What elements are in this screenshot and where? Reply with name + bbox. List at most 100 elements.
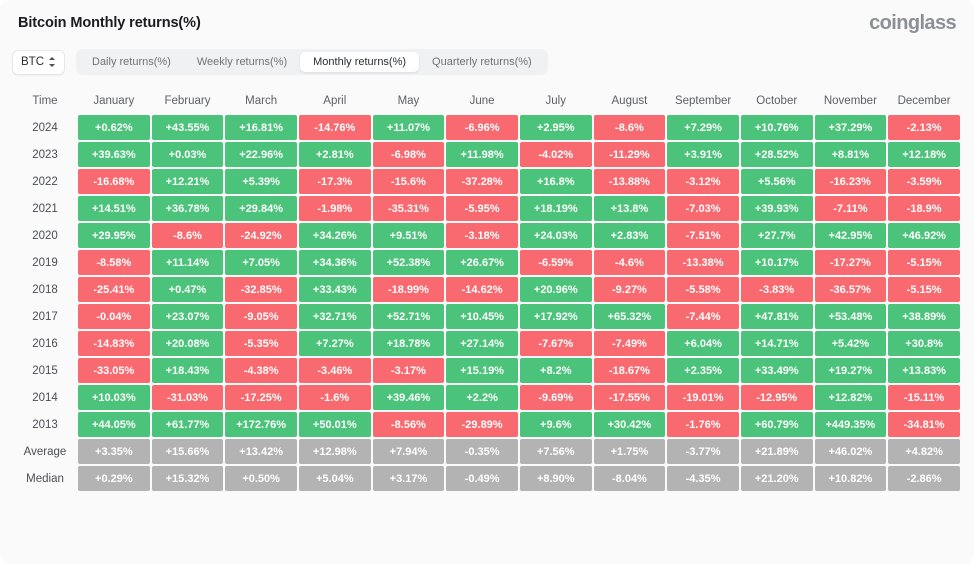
cell-2020-march[interactable]: -24.92% — [225, 223, 297, 248]
cell-average-june[interactable]: -0.35% — [446, 439, 518, 464]
cell-2021-august[interactable]: +13.8% — [593, 196, 666, 221]
cell-2013-april[interactable]: +50.01% — [298, 412, 371, 437]
cell-2016-august[interactable]: -7.49% — [593, 331, 666, 356]
cell-median-december[interactable]: -2.86% — [888, 466, 960, 491]
cell-2023-february[interactable]: +0.03% — [151, 142, 224, 167]
cell-2023-april[interactable]: +2.81% — [298, 142, 371, 167]
cell-median-march[interactable]: +0.50% — [225, 466, 297, 491]
cell-2016-october[interactable]: +14.71% — [740, 331, 813, 356]
cell-2017-january[interactable]: -0.04% — [78, 304, 150, 329]
cell-2021-december[interactable]: -18.9% — [888, 196, 960, 221]
cell-2022-february[interactable]: +12.21% — [151, 169, 224, 194]
cell-2015-september[interactable]: +2.35% — [667, 358, 739, 383]
cell-median-may[interactable]: +3.17% — [372, 466, 445, 491]
cell-2021-october[interactable]: +39.93% — [740, 196, 813, 221]
cell-2013-july[interactable]: +9.6% — [519, 412, 592, 437]
cell-2024-july[interactable]: +2.95% — [519, 115, 592, 140]
cell-2021-june[interactable]: -5.95% — [446, 196, 518, 221]
cell-2020-october[interactable]: +27.7% — [740, 223, 813, 248]
cell-2021-may[interactable]: -35.31% — [372, 196, 445, 221]
cell-2015-march[interactable]: -4.38% — [225, 358, 297, 383]
cell-2014-may[interactable]: +39.46% — [372, 385, 445, 410]
cell-2024-april[interactable]: -14.76% — [298, 115, 371, 140]
cell-2017-june[interactable]: +10.45% — [446, 304, 518, 329]
cell-2014-june[interactable]: +2.2% — [446, 385, 518, 410]
cell-median-august[interactable]: -8.04% — [593, 466, 666, 491]
cell-2016-april[interactable]: +7.27% — [298, 331, 371, 356]
cell-2020-january[interactable]: +29.95% — [78, 223, 150, 248]
cell-average-march[interactable]: +13.42% — [225, 439, 297, 464]
cell-2021-november[interactable]: -7.11% — [814, 196, 887, 221]
cell-2023-january[interactable]: +39.63% — [78, 142, 150, 167]
cell-2018-march[interactable]: -32.85% — [225, 277, 297, 302]
cell-2018-july[interactable]: +20.96% — [519, 277, 592, 302]
cell-average-august[interactable]: +1.75% — [593, 439, 666, 464]
cell-2019-december[interactable]: -5.15% — [888, 250, 960, 275]
tab-daily-returns[interactable]: Daily returns(%) — [79, 52, 184, 72]
cell-2015-december[interactable]: +13.83% — [888, 358, 960, 383]
cell-2019-july[interactable]: -6.59% — [519, 250, 592, 275]
cell-2021-january[interactable]: +14.51% — [78, 196, 150, 221]
cell-2021-september[interactable]: -7.03% — [667, 196, 739, 221]
cell-2015-january[interactable]: -33.05% — [78, 358, 150, 383]
cell-median-june[interactable]: -0.49% — [446, 466, 518, 491]
cell-2013-june[interactable]: -29.89% — [446, 412, 518, 437]
cell-2013-december[interactable]: -34.81% — [888, 412, 960, 437]
cell-2013-september[interactable]: -1.76% — [667, 412, 739, 437]
cell-2017-september[interactable]: -7.44% — [667, 304, 739, 329]
cell-2018-august[interactable]: -9.27% — [593, 277, 666, 302]
cell-2024-october[interactable]: +10.76% — [740, 115, 813, 140]
cell-2022-november[interactable]: -16.23% — [814, 169, 887, 194]
cell-2020-april[interactable]: +34.26% — [298, 223, 371, 248]
cell-2022-december[interactable]: -3.59% — [888, 169, 960, 194]
cell-2013-march[interactable]: +172.76% — [225, 412, 297, 437]
cell-2021-march[interactable]: +29.84% — [225, 196, 297, 221]
cell-2017-october[interactable]: +47.81% — [740, 304, 813, 329]
cell-2017-december[interactable]: +38.89% — [888, 304, 960, 329]
cell-2014-january[interactable]: +10.03% — [78, 385, 150, 410]
cell-2024-november[interactable]: +37.29% — [814, 115, 887, 140]
cell-2022-june[interactable]: -37.28% — [446, 169, 518, 194]
cell-2023-december[interactable]: +12.18% — [888, 142, 960, 167]
cell-average-november[interactable]: +46.02% — [814, 439, 887, 464]
cell-average-january[interactable]: +3.35% — [78, 439, 150, 464]
cell-2014-february[interactable]: -31.03% — [151, 385, 224, 410]
cell-2014-september[interactable]: -19.01% — [667, 385, 739, 410]
cell-2018-april[interactable]: +33.43% — [298, 277, 371, 302]
cell-2015-october[interactable]: +33.49% — [740, 358, 813, 383]
cell-2017-august[interactable]: +65.32% — [593, 304, 666, 329]
cell-2024-february[interactable]: +43.55% — [151, 115, 224, 140]
cell-2021-july[interactable]: +18.19% — [519, 196, 592, 221]
cell-average-april[interactable]: +12.98% — [298, 439, 371, 464]
cell-2020-june[interactable]: -3.18% — [446, 223, 518, 248]
cell-median-february[interactable]: +15.32% — [151, 466, 224, 491]
cell-2019-february[interactable]: +11.14% — [151, 250, 224, 275]
cell-median-january[interactable]: +0.29% — [78, 466, 150, 491]
cell-2014-march[interactable]: -17.25% — [225, 385, 297, 410]
cell-2015-february[interactable]: +18.43% — [151, 358, 224, 383]
cell-2018-september[interactable]: -5.58% — [667, 277, 739, 302]
cell-2022-july[interactable]: +16.8% — [519, 169, 592, 194]
cell-2015-april[interactable]: -3.46% — [298, 358, 371, 383]
cell-2023-august[interactable]: -11.29% — [593, 142, 666, 167]
cell-2019-march[interactable]: +7.05% — [225, 250, 297, 275]
cell-2022-september[interactable]: -3.12% — [667, 169, 739, 194]
cell-median-november[interactable]: +10.82% — [814, 466, 887, 491]
cell-median-april[interactable]: +5.04% — [298, 466, 371, 491]
cell-2024-september[interactable]: +7.29% — [667, 115, 739, 140]
cell-2013-february[interactable]: +61.77% — [151, 412, 224, 437]
cell-median-october[interactable]: +21.20% — [740, 466, 813, 491]
cell-2024-june[interactable]: -6.96% — [446, 115, 518, 140]
cell-2013-august[interactable]: +30.42% — [593, 412, 666, 437]
cell-2019-may[interactable]: +52.38% — [372, 250, 445, 275]
cell-2015-november[interactable]: +19.27% — [814, 358, 887, 383]
cell-2019-june[interactable]: +26.67% — [446, 250, 518, 275]
cell-2017-july[interactable]: +17.92% — [519, 304, 592, 329]
cell-2020-may[interactable]: +9.51% — [372, 223, 445, 248]
cell-2016-december[interactable]: +30.8% — [888, 331, 960, 356]
cell-2018-december[interactable]: -5.15% — [888, 277, 960, 302]
cell-2017-may[interactable]: +52.71% — [372, 304, 445, 329]
cell-2024-august[interactable]: -8.6% — [593, 115, 666, 140]
cell-2013-may[interactable]: -8.56% — [372, 412, 445, 437]
cell-2017-april[interactable]: +32.71% — [298, 304, 371, 329]
